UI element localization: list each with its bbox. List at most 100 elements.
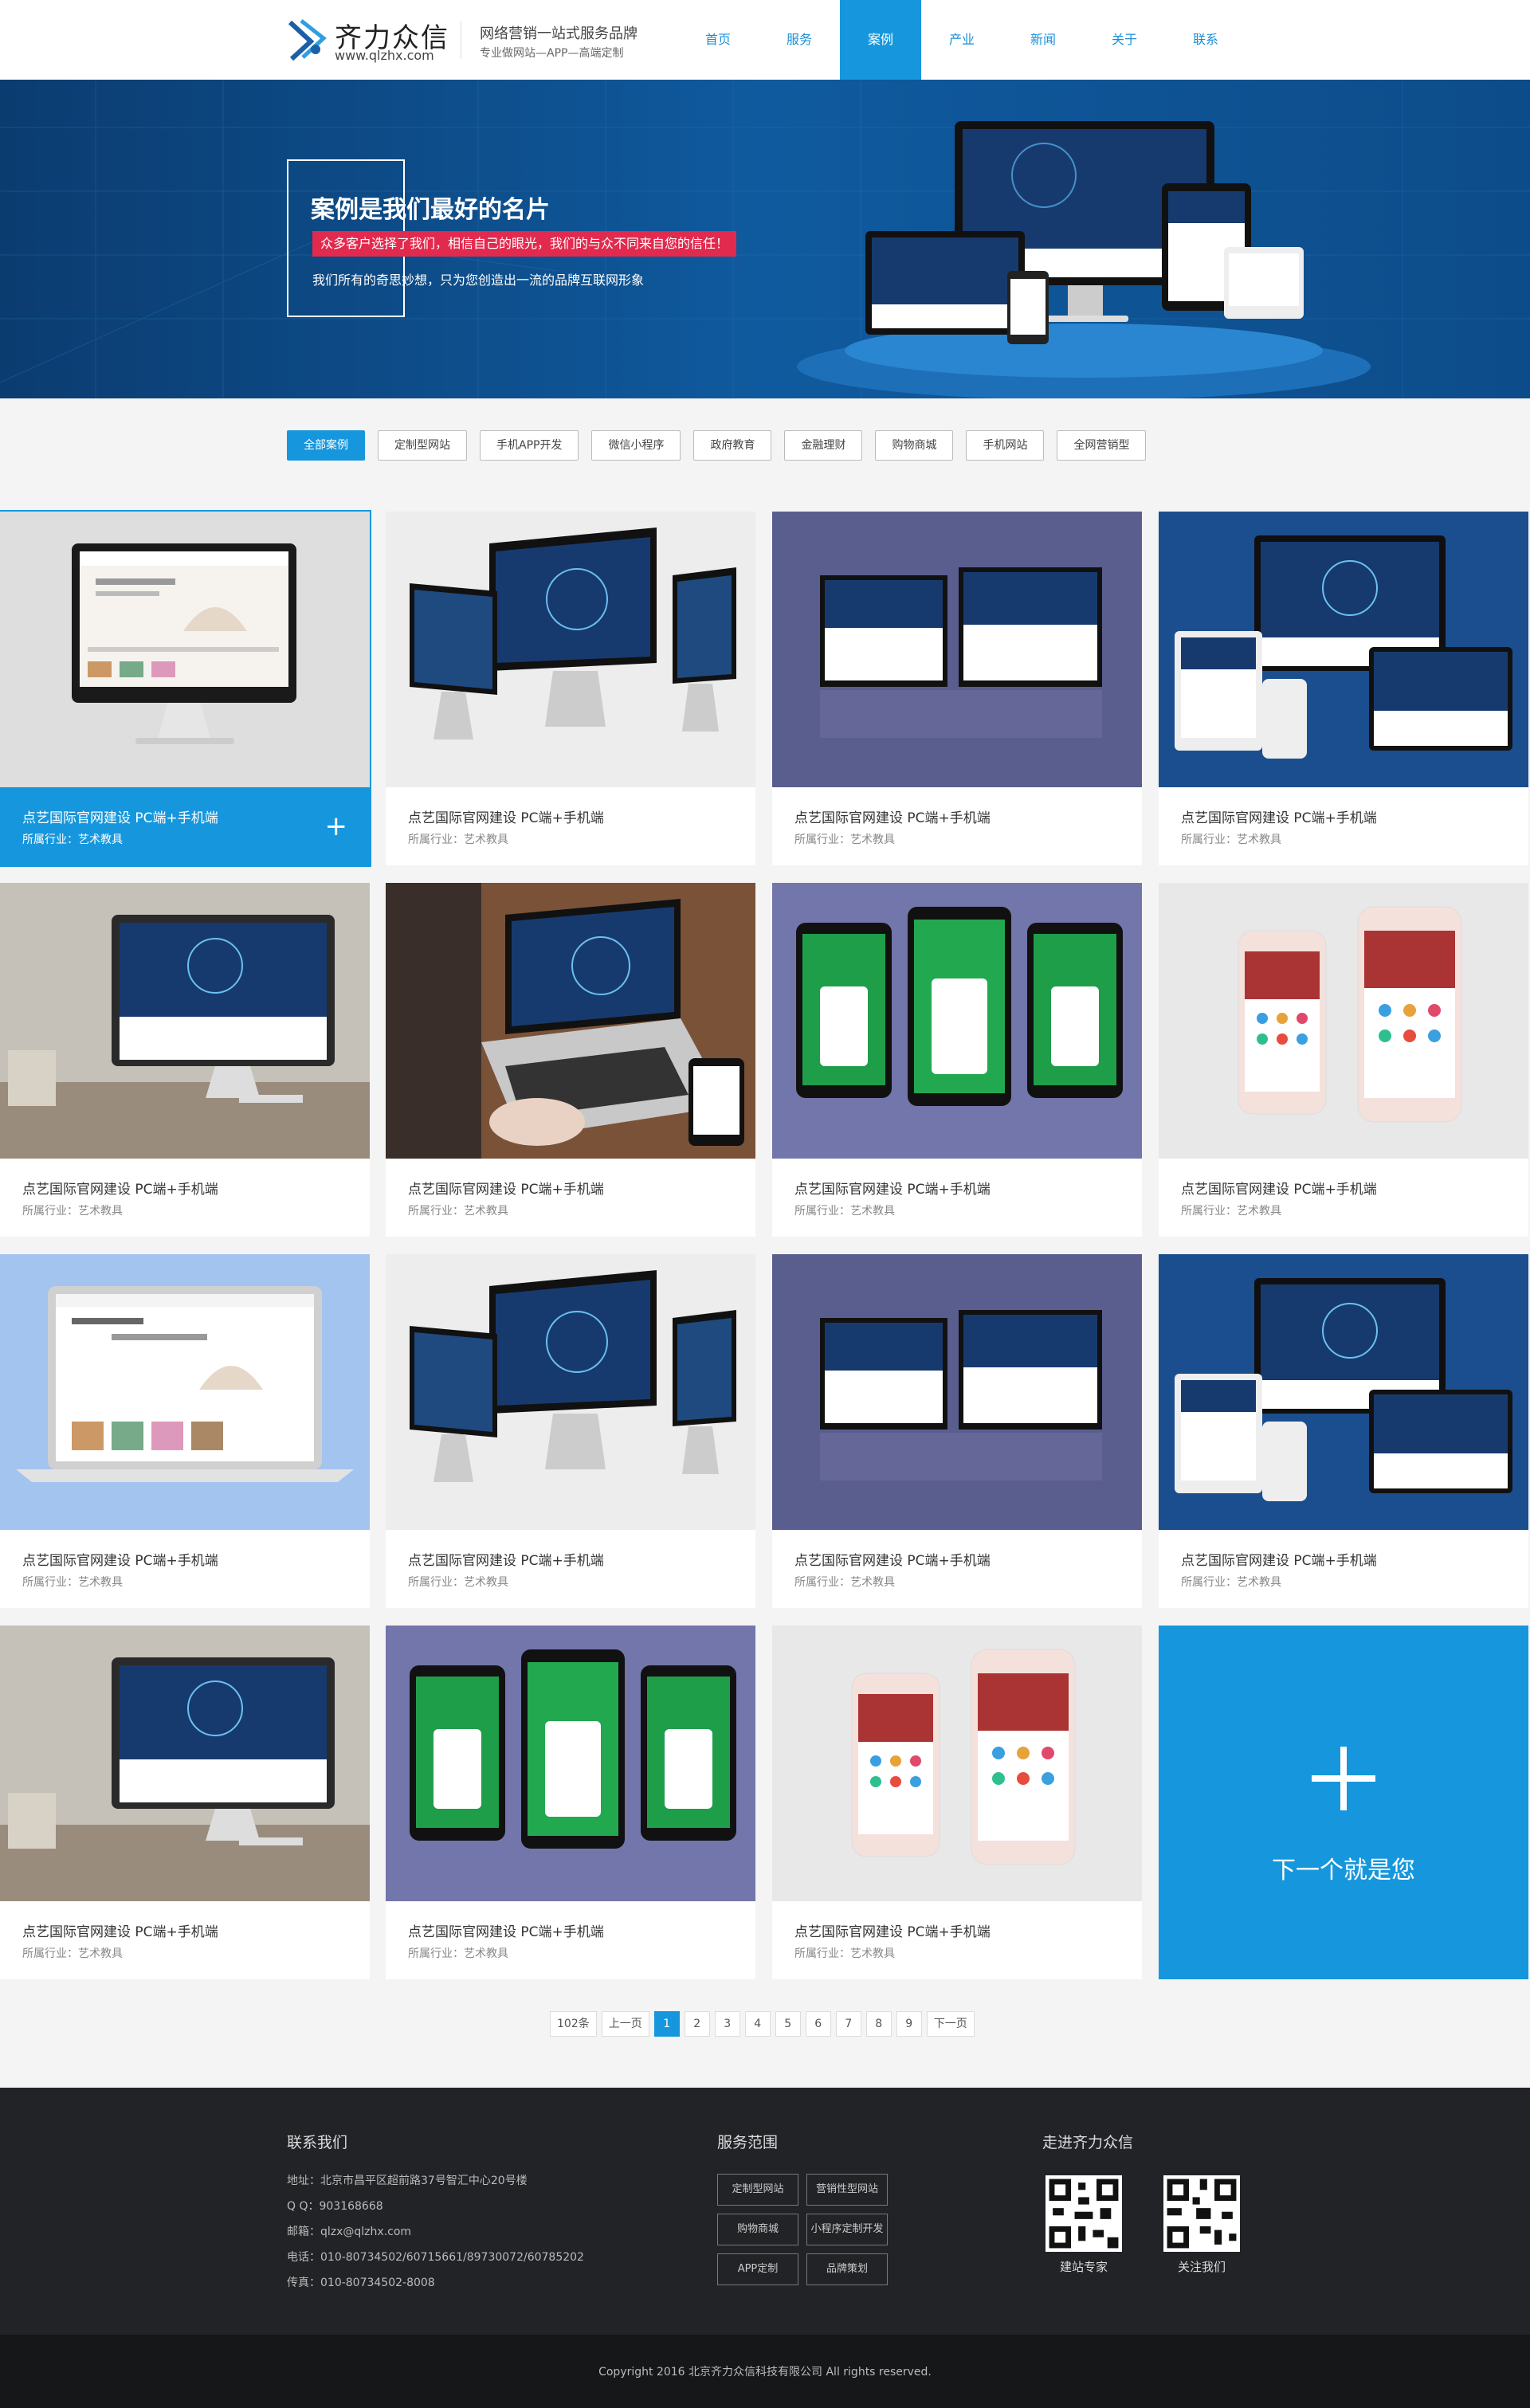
copyright: Copyright 2016 北京齐力众信科技有限公司 All rights r…: [598, 2366, 932, 2379]
footer-about-heading: 走进齐力众信: [1042, 2134, 1134, 2151]
case-filter-tabs: 全部案例 定制型网站 手机APP开发 微信小程序 政府教育 金融理财 购物商城 …: [287, 430, 1147, 461]
filter-finance[interactable]: 金融理财: [784, 430, 863, 461]
case-caption: 点艺国际官网建设 PC端+手机端 所属行业：艺术教具: [1159, 787, 1528, 865]
nav-cases[interactable]: 案例: [840, 0, 921, 80]
next-case-card[interactable]: 下一个就是您: [1159, 1626, 1528, 1979]
case-thumbnail: [386, 1254, 755, 1530]
case-industry: 所属行业：艺术教具: [794, 1576, 895, 1589]
plus-icon[interactable]: +: [325, 813, 348, 840]
case-card[interactable]: 点艺国际官网建设 PC端+手机端 所属行业：艺术教具: [772, 1254, 1142, 1608]
brand-slogan: 网络营销一站式服务品牌: [480, 25, 638, 42]
logo-icon: [288, 19, 327, 61]
case-card[interactable]: 点艺国际官网建设 PC端+手机端 所属行业：艺术教具: [386, 1254, 755, 1608]
case-card[interactable]: 点艺国际官网建设 PC端+手机端 所属行业：艺术教具: [386, 1626, 755, 1979]
case-caption: 点艺国际官网建设 PC端+手机端 所属行业：艺术教具: [1159, 1530, 1528, 1608]
case-card[interactable]: 点艺国际官网建设 PC端+手机端 所属行业：艺术教具: [1159, 883, 1528, 1237]
next-case-label: 下一个就是您: [1272, 1857, 1415, 1884]
filter-shop[interactable]: 购物商城: [875, 430, 954, 461]
nav-home[interactable]: 首页: [677, 0, 759, 80]
case-card[interactable]: 点艺国际官网建设 PC端+手机端 所属行业：艺术教具: [386, 883, 755, 1237]
case-card[interactable]: 点艺国际官网建设 PC端+手机端 所属行业：艺术教具: [1159, 1254, 1528, 1608]
case-card[interactable]: 点艺国际官网建设 PC端+手机端 所属行业：艺术教具: [772, 1626, 1142, 1979]
banner-subtitle: 我们所有的奇思妙想，只为您创造出一流的品牌互联网形象: [312, 273, 645, 288]
case-title: 点艺国际官网建设 PC端+手机端: [22, 1553, 218, 1569]
filter-all[interactable]: 全部案例: [287, 430, 365, 461]
nav-services[interactable]: 服务: [759, 0, 840, 80]
case-title: 点艺国际官网建设 PC端+手机端: [408, 1553, 604, 1569]
filter-app[interactable]: 手机APP开发: [480, 430, 579, 461]
case-card[interactable]: 点艺国际官网建设 PC端+手机端 所属行业：艺术教具: [772, 883, 1142, 1237]
footer-services-heading: 服务范围: [717, 2134, 779, 2151]
case-thumbnail: [386, 1626, 755, 1901]
case-industry: 所属行业：艺术教具: [22, 1576, 123, 1589]
pager-next[interactable]: 下一页: [926, 2011, 975, 2037]
qr-label: 建站专家: [1059, 2260, 1108, 2274]
case-caption: 点艺国际官网建设 PC端+手机端 所属行业：艺术教具: [772, 787, 1142, 865]
case-caption: 点艺国际官网建设 PC端+手机端 所属行业：艺术教具: [772, 1159, 1142, 1237]
case-thumbnail: [0, 512, 370, 787]
filter-marketing[interactable]: 全网营销型: [1057, 430, 1147, 461]
nav-contact[interactable]: 联系: [1165, 0, 1246, 80]
case-thumbnail: [1159, 1254, 1528, 1530]
service-link[interactable]: 购物商城: [717, 2214, 798, 2245]
pager-page[interactable]: 7: [835, 2011, 861, 2037]
case-industry: 所属行业：艺术教具: [408, 1576, 508, 1589]
case-card[interactable]: 点艺国际官网建设 PC端+手机端 所属行业：艺术教具: [0, 1254, 370, 1608]
footer-bottom-bar: Copyright 2016 北京齐力众信科技有限公司 All rights r…: [0, 2335, 1530, 2408]
footer-qq: Q Q：903168668: [287, 2200, 383, 2213]
case-title: 点艺国际官网建设 PC端+手机端: [408, 1924, 604, 1940]
pager-prev[interactable]: 上一页: [601, 2011, 649, 2037]
pager-total: 102条: [550, 2011, 597, 2037]
pager-page[interactable]: 6: [805, 2011, 831, 2037]
case-title: 点艺国际官网建设 PC端+手机端: [794, 1924, 991, 1940]
main-nav: 首页 服务 案例 产业 新闻 关于 联系: [677, 0, 1246, 80]
case-title: 点艺国际官网建设 PC端+手机端: [22, 1924, 218, 1940]
hero-banner: 案例是我们最好的名片 众多客户选择了我们，相信自己的眼光，我们的与众不同来自您的…: [0, 80, 1530, 398]
case-caption: 点艺国际官网建设 PC端+手机端 所属行业：艺术教具: [772, 1530, 1142, 1608]
pager-page[interactable]: 4: [744, 2011, 771, 2037]
filter-custom-site[interactable]: 定制型网站: [378, 430, 467, 461]
filter-government[interactable]: 政府教育: [693, 430, 772, 461]
case-thumbnail: [386, 512, 755, 787]
pager-page[interactable]: 5: [775, 2011, 801, 2037]
case-card[interactable]: 点艺国际官网建设 PC端+手机端 所属行业：艺术教具: [0, 1626, 370, 1979]
service-link[interactable]: 品牌策划: [806, 2253, 888, 2285]
nav-industry[interactable]: 产业: [921, 0, 1002, 80]
case-industry: 所属行业：艺术教具: [22, 833, 123, 846]
service-link[interactable]: 定制型网站: [717, 2174, 798, 2206]
case-title: 点艺国际官网建设 PC端+手机端: [22, 1182, 218, 1198]
filter-mobile-site[interactable]: 手机网站: [966, 430, 1045, 461]
service-link[interactable]: APP定制: [717, 2253, 798, 2285]
pager-page[interactable]: 9: [896, 2011, 922, 2037]
case-caption: 点艺国际官网建设 PC端+手机端 所属行业：艺术教具: [772, 1901, 1142, 1979]
footer-address: 地址：北京市昌平区超前路37号智汇中心20号楼: [287, 2175, 528, 2187]
case-title: 点艺国际官网建设 PC端+手机端: [794, 1182, 991, 1198]
case-thumbnail: [1159, 883, 1528, 1159]
pager-page[interactable]: 2: [684, 2011, 710, 2037]
case-title: 点艺国际官网建设 PC端+手机端: [408, 1182, 604, 1198]
pager-page[interactable]: 1: [653, 2011, 680, 2037]
case-card[interactable]: 点艺国际官网建设 PC端+手机端 所属行业：艺术教具: [772, 512, 1142, 865]
case-caption: 点艺国际官网建设 PC端+手机端 所属行业：艺术教具: [386, 787, 755, 865]
case-industry: 所属行业：艺术教具: [1181, 833, 1281, 846]
site-footer: 联系我们 地址：北京市昌平区超前路37号智汇中心20号楼 Q Q：9031686…: [0, 2088, 1530, 2335]
service-link[interactable]: 营销性型网站: [806, 2174, 888, 2206]
case-industry: 所属行业：艺术教具: [794, 1947, 895, 1960]
service-link[interactable]: 小程序定制开发: [806, 2214, 888, 2245]
case-card[interactable]: 点艺国际官网建设 PC端+手机端 所属行业：艺术教具: [386, 512, 755, 865]
case-card[interactable]: 点艺国际官网建设 PC端+手机端 所属行业：艺术教具: [1159, 512, 1528, 865]
qr-code-icon: [1046, 2175, 1122, 2252]
case-caption: 点艺国际官网建设 PC端+手机端 所属行业：艺术教具: [0, 1530, 370, 1608]
nav-news[interactable]: 新闻: [1002, 0, 1084, 80]
pager-page[interactable]: 8: [865, 2011, 892, 2037]
filter-miniprogram[interactable]: 微信小程序: [591, 430, 681, 461]
pager-page[interactable]: 3: [714, 2011, 740, 2037]
case-card[interactable]: 点艺国际官网建设 PC端+手机端 所属行业：艺术教具: [0, 883, 370, 1237]
case-industry: 所属行业：艺术教具: [408, 833, 508, 846]
case-industry: 所属行业：艺术教具: [408, 1947, 508, 1960]
nav-about[interactable]: 关于: [1084, 0, 1165, 80]
case-industry: 所属行业：艺术教具: [22, 1947, 123, 1960]
brand-tagline: 专业做网站—APP—高端定制: [480, 47, 624, 60]
case-card[interactable]: 点艺国际官网建设 PC端+手机端 所属行业：艺术教具 +: [0, 510, 371, 867]
site-logo[interactable]: 齐力众信 www.qlzhx.com: [287, 14, 448, 65]
